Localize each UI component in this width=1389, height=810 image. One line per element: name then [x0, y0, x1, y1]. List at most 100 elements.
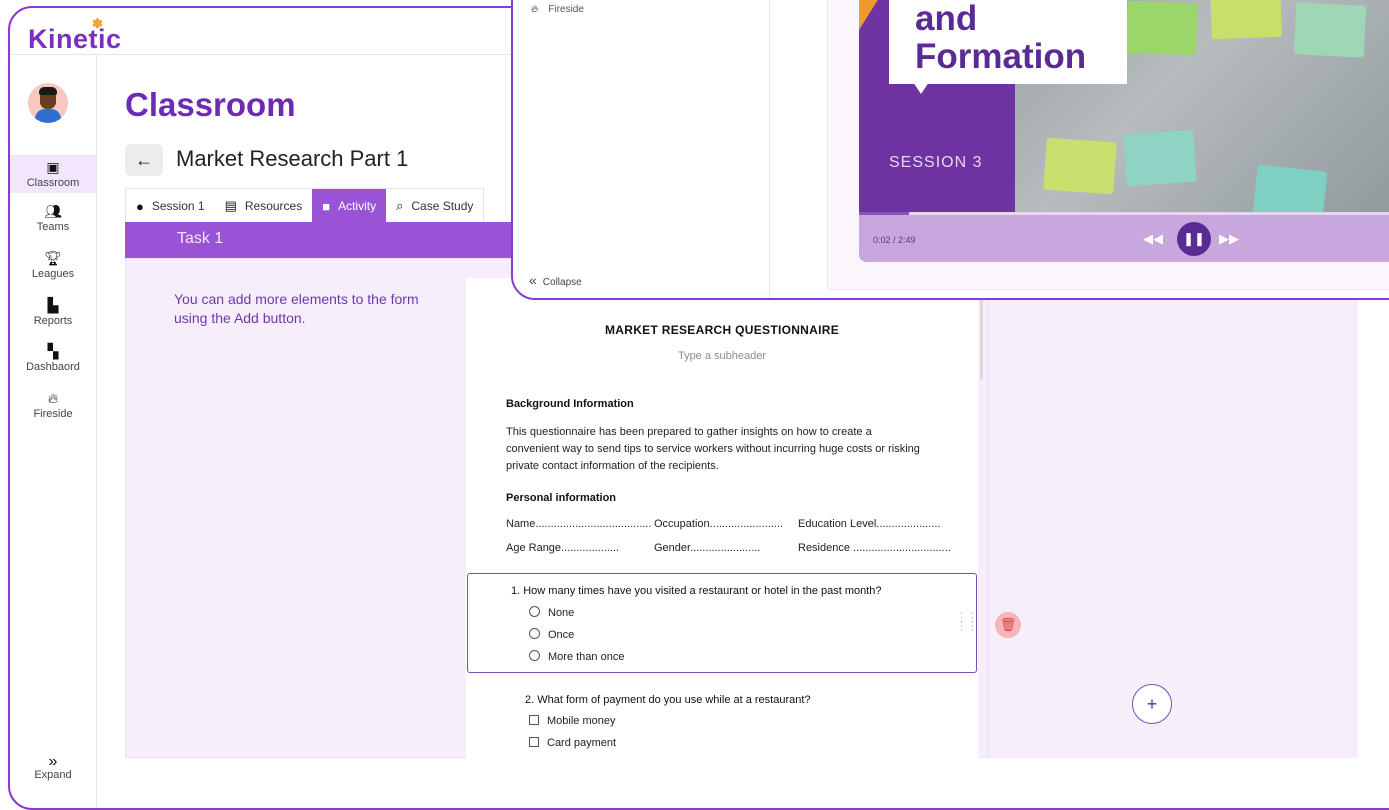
question-2-option[interactable]: Mobile money — [529, 715, 615, 727]
age-range-field[interactable]: Age Range................... — [506, 542, 619, 554]
tab-label: Resources — [244, 199, 303, 213]
briefcase-icon: ■ — [322, 198, 331, 214]
option-label: More than once — [548, 651, 625, 663]
flame-icon: 🔥︎ — [47, 390, 59, 406]
avatar[interactable] — [28, 83, 68, 123]
delete-question-button[interactable]: 🗑︎ — [995, 612, 1021, 638]
back-button[interactable]: ← — [125, 144, 163, 176]
session-label: SESSION 3 — [889, 154, 983, 171]
dashboard-grid-icon: ▚ — [47, 343, 59, 359]
task-label: Task 1 — [177, 230, 224, 247]
question-2-text[interactable]: 2. What form of payment do you use while… — [525, 694, 811, 706]
question-2-option[interactable]: Card payment — [529, 737, 616, 749]
report-icon: ▙ — [47, 297, 59, 313]
brand-logo[interactable]: Kinetic ✽ — [28, 16, 122, 55]
tab-label: Activity — [338, 199, 377, 213]
checkbox-icon — [529, 737, 539, 747]
collapse-label: Collapse — [542, 277, 582, 288]
plus-icon: + — [1146, 694, 1158, 714]
form-side-panel — [987, 278, 1358, 758]
add-element-button[interactable]: + — [1132, 684, 1172, 724]
chevron-double-right-icon: » — [48, 753, 58, 770]
form-subheader-input[interactable]: Type a subheader — [466, 350, 978, 362]
people-icon: 👥︎ — [44, 203, 62, 219]
collapse-button[interactable]: « Collapse — [529, 272, 582, 288]
checkbox-icon — [529, 715, 539, 725]
video-title-line: Formation — [915, 37, 1087, 76]
monitor-play-icon: ▣ — [46, 159, 60, 175]
sidebar-item-label: Teams — [36, 221, 70, 233]
sidebar-item-leagues[interactable]: 🏆︎ Leagues — [10, 250, 96, 280]
personal-info-heading: Personal information — [506, 492, 617, 504]
accent-triangle — [859, 0, 889, 30]
overlay-sidebar: 🔥︎ Fireside « Collapse — [513, 0, 770, 298]
tab-label: Session 1 — [151, 199, 205, 213]
form-scrollbar[interactable] — [980, 290, 983, 380]
sidebar-item-teams[interactable]: 👥︎ Teams — [10, 203, 96, 233]
question-1-text[interactable]: 1. How many times have you visited a res… — [511, 585, 882, 597]
trophy-icon: 🏆︎ — [44, 250, 62, 266]
tab-case-study[interactable]: ⌕ Case Study — [386, 189, 483, 223]
option-label: Mobile money — [547, 715, 616, 727]
question-1-option[interactable]: Once — [529, 628, 574, 641]
sidebar-item-fireside[interactable]: 🔥︎ Fireside — [10, 390, 96, 420]
video-controls — [859, 212, 1389, 262]
residence-field[interactable]: Residence ..............................… — [798, 542, 951, 554]
radio-icon — [529, 628, 540, 639]
name-field[interactable]: Name....................................… — [506, 518, 651, 530]
pause-button[interactable]: ❚❚ — [1177, 222, 1211, 256]
sidebar-item-label: Fireside — [33, 408, 73, 420]
gender-field[interactable]: Gender....................... — [654, 542, 760, 554]
video-player[interactable]: and Formation SESSION 3 0:02 / 2:49 ◀◀ ❚❚… — [859, 0, 1389, 262]
radio-icon — [529, 606, 540, 617]
video-title-text: and Formation — [915, 0, 1086, 76]
sidebar-item-dashboard[interactable]: ▚ Dashbaord — [10, 343, 96, 373]
video-progress-fill — [859, 212, 910, 215]
page-title: Classroom — [125, 86, 296, 123]
video-title-line: and — [915, 0, 978, 38]
background-heading: Background Information — [506, 398, 634, 410]
option-label: Once — [548, 629, 575, 641]
occupation-field[interactable]: Occupation........................ — [654, 518, 783, 530]
sidebar-item-reports[interactable]: ▙ Reports — [10, 297, 96, 327]
education-field[interactable]: Education Level..................... — [798, 518, 940, 530]
chevron-double-left-icon: « — [529, 272, 537, 288]
question-1-option[interactable]: More than once — [529, 650, 624, 663]
expand-label: Expand — [34, 769, 72, 781]
option-label: None — [548, 607, 575, 619]
add-elements-hint: You can add more elements to the form us… — [174, 291, 419, 326]
lesson-title: Market Research Part 1 — [176, 146, 409, 171]
sidebar-item-label: Classroom — [26, 177, 80, 189]
sidebar-item-label: Dashbaord — [26, 361, 80, 373]
pause-icon: ❚❚ — [1183, 231, 1205, 246]
tab-session[interactable]: ● Session 1 — [126, 189, 215, 223]
logo-sparkle-icon: ✽ — [92, 16, 104, 31]
radio-icon — [529, 650, 540, 661]
video-progress-bar[interactable] — [859, 212, 1389, 215]
callout-tail — [913, 82, 929, 94]
overlay-window: 🔥︎ Fireside « Collapse and Formation SESSIO… — [511, 0, 1389, 300]
search-icon: ⌕ — [396, 198, 404, 213]
overlay-nav-fireside[interactable]: 🔥︎ Fireside — [531, 4, 584, 15]
flame-icon: 🔥︎ — [531, 4, 539, 15]
tab-bar: ● Session 1 ▤ Resources ■ Activity ⌕ Case St… — [125, 188, 485, 223]
video-time: 0:02 / 2:49 — [873, 235, 916, 245]
form-title[interactable]: MARKET RESEARCH QUESTIONNAIRE — [466, 323, 978, 337]
expand-button[interactable]: » Expand — [10, 753, 96, 782]
sidebar-item-label: Leagues — [31, 268, 75, 280]
fast-forward-icon[interactable]: ▶▶ — [1219, 231, 1239, 247]
sidebar-item-label: Reports — [33, 315, 73, 327]
rewind-icon[interactable]: ◀◀ — [1143, 231, 1163, 247]
tab-activity[interactable]: ■ Activity — [312, 189, 387, 223]
sidebar: ▣ Classroom 👥︎ Teams 🏆︎ Leagues ▙ Report… — [10, 55, 97, 808]
option-label: Card payment — [547, 737, 617, 749]
drag-handle-icon[interactable]: ⋮⋮ ⋮⋮ — [955, 611, 979, 632]
overlay-nav-label: Fireside — [548, 4, 584, 15]
arrow-left-icon: ← — [135, 150, 153, 170]
question-1-option[interactable]: None — [529, 606, 574, 619]
background-text: This questionnaire has been prepared to … — [506, 426, 920, 472]
play-circle-icon: ● — [136, 198, 144, 214]
tab-resources[interactable]: ▤ Resources — [215, 189, 313, 223]
trash-icon: 🗑︎ — [999, 617, 1017, 632]
sidebar-item-classroom[interactable]: ▣ Classroom — [10, 155, 96, 193]
